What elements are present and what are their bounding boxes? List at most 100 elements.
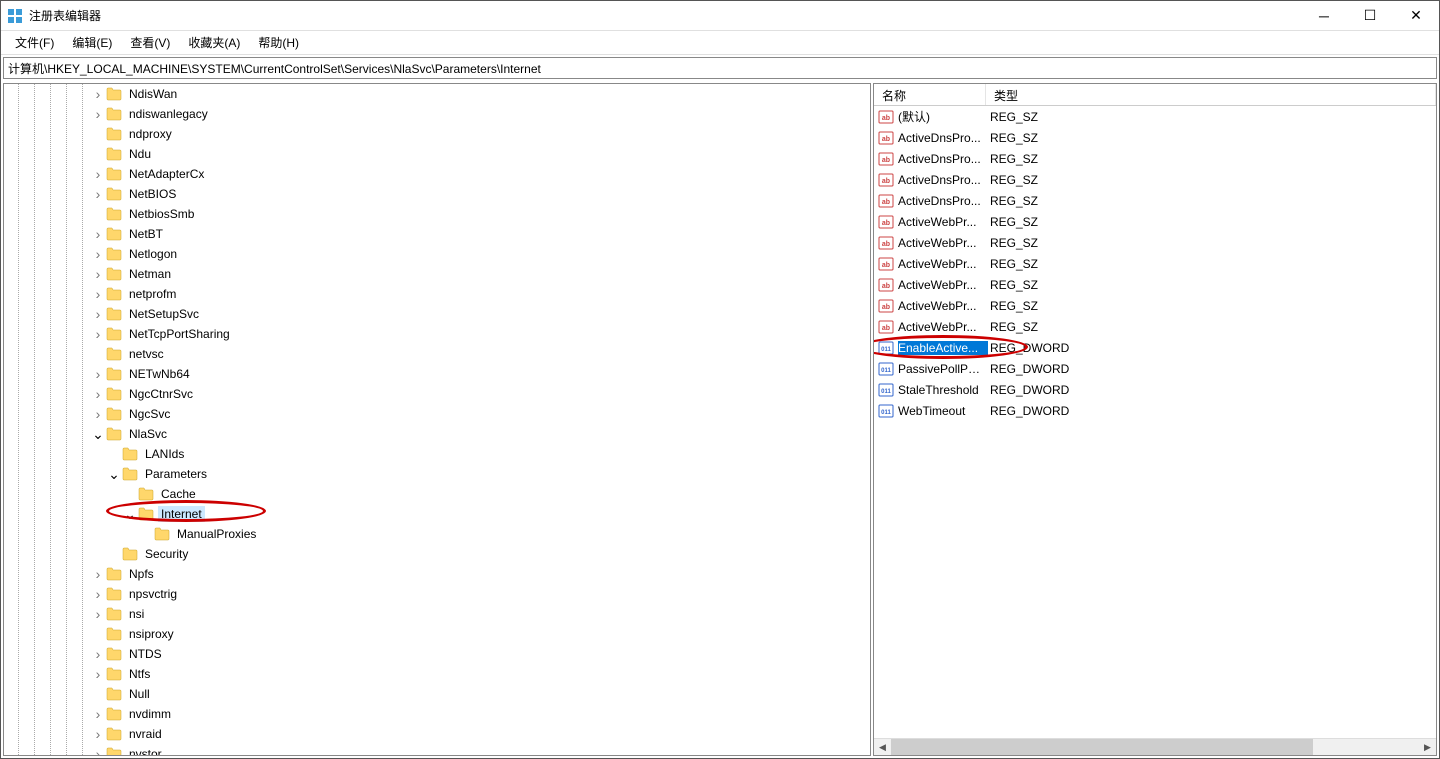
chevron-right-icon[interactable]: › (90, 586, 106, 602)
value-row[interactable]: abActiveWebPr...REG_SZ (874, 211, 1436, 232)
column-name[interactable]: 名称 (874, 84, 986, 105)
scroll-track[interactable] (891, 739, 1419, 755)
value-row[interactable]: 011PassivePollPe...REG_DWORD (874, 358, 1436, 379)
tree-item[interactable]: ›nvraid (4, 724, 870, 744)
tree-item-label: NETwNb64 (126, 366, 193, 382)
tree-item[interactable]: ›NetSetupSvc (4, 304, 870, 324)
tree-item[interactable]: ›nvdimm (4, 704, 870, 724)
tree-item[interactable]: ›NdisWan (4, 84, 870, 104)
value-row[interactable]: abActiveDnsPro...REG_SZ (874, 148, 1436, 169)
menu-help[interactable]: 帮助(H) (250, 32, 307, 53)
tree-item[interactable]: .ndproxy (4, 124, 870, 144)
chevron-right-icon[interactable]: › (90, 666, 106, 682)
value-row[interactable]: abActiveDnsPro...REG_SZ (874, 190, 1436, 211)
chevron-spacer: . (90, 149, 106, 160)
scroll-thumb[interactable] (891, 739, 1313, 755)
value-type: REG_SZ (988, 131, 1436, 145)
scroll-right-button[interactable]: ▶ (1419, 739, 1436, 756)
chevron-right-icon[interactable]: › (90, 706, 106, 722)
horizontal-scrollbar[interactable]: ◀ ▶ (874, 738, 1436, 755)
chevron-right-icon[interactable]: › (90, 226, 106, 242)
maximize-button[interactable]: ☐ (1347, 1, 1393, 30)
chevron-right-icon[interactable]: › (90, 286, 106, 302)
value-row[interactable]: abActiveWebPr...REG_SZ (874, 295, 1436, 316)
menu-favorites[interactable]: 收藏夹(A) (180, 32, 248, 53)
chevron-right-icon[interactable]: › (90, 646, 106, 662)
tree-item[interactable]: ›NgcSvc (4, 404, 870, 424)
chevron-right-icon[interactable]: › (90, 186, 106, 202)
scroll-left-button[interactable]: ◀ (874, 739, 891, 756)
address-bar[interactable]: 计算机\HKEY_LOCAL_MACHINE\SYSTEM\CurrentCon… (3, 57, 1437, 79)
tree-item[interactable]: ›Npfs (4, 564, 870, 584)
tree-item[interactable]: ›netprofm (4, 284, 870, 304)
chevron-right-icon[interactable]: › (90, 266, 106, 282)
minimize-button[interactable]: ─ (1301, 1, 1347, 30)
tree-item[interactable]: ›NgcCtnrSvc (4, 384, 870, 404)
chevron-down-icon[interactable]: ⌄ (90, 426, 106, 443)
close-button[interactable]: ✕ (1393, 1, 1439, 30)
value-row[interactable]: abActiveWebPr...REG_SZ (874, 253, 1436, 274)
tree-item[interactable]: ›NetBT (4, 224, 870, 244)
tree-item[interactable]: ›nsi (4, 604, 870, 624)
folder-icon (106, 127, 122, 141)
tree-item[interactable]: ⌄NlaSvc (4, 424, 870, 444)
tree-item[interactable]: .ManualProxies (4, 524, 870, 544)
tree-item[interactable]: ›NTDS (4, 644, 870, 664)
chevron-down-icon[interactable]: ⌄ (122, 506, 138, 523)
registry-tree[interactable]: ›NdisWan›ndiswanlegacy.ndproxy.Ndu›NetAd… (4, 84, 870, 755)
tree-item[interactable]: .Ndu (4, 144, 870, 164)
tree-item[interactable]: ›NetTcpPortSharing (4, 324, 870, 344)
chevron-right-icon[interactable]: › (90, 566, 106, 582)
tree-item[interactable]: ⌄Internet (4, 504, 870, 524)
value-row[interactable]: 011WebTimeoutREG_DWORD (874, 400, 1436, 421)
tree-item[interactable]: .Security (4, 544, 870, 564)
chevron-down-icon[interactable]: ⌄ (106, 466, 122, 483)
tree-item[interactable]: .LANIds (4, 444, 870, 464)
chevron-right-icon[interactable]: › (90, 166, 106, 182)
chevron-right-icon[interactable]: › (90, 86, 106, 102)
chevron-right-icon[interactable]: › (90, 606, 106, 622)
tree-item[interactable]: ›Ntfs (4, 664, 870, 684)
tree-item[interactable]: ›ndiswanlegacy (4, 104, 870, 124)
chevron-right-icon[interactable]: › (90, 726, 106, 742)
tree-item[interactable]: .Null (4, 684, 870, 704)
chevron-right-icon[interactable]: › (90, 746, 106, 755)
tree-item[interactable]: ›nvstor (4, 744, 870, 755)
menu-file[interactable]: 文件(F) (7, 32, 62, 53)
tree-item[interactable]: ›npsvctrig (4, 584, 870, 604)
value-row[interactable]: abActiveDnsPro...REG_SZ (874, 169, 1436, 190)
tree-item[interactable]: ⌄Parameters (4, 464, 870, 484)
tree-item[interactable]: .Cache (4, 484, 870, 504)
menu-edit[interactable]: 编辑(E) (64, 32, 120, 53)
tree-item[interactable]: .netvsc (4, 344, 870, 364)
value-name: ActiveDnsPro... (898, 173, 988, 187)
chevron-right-icon[interactable]: › (90, 106, 106, 122)
value-row[interactable]: abActiveWebPr...REG_SZ (874, 316, 1436, 337)
chevron-right-icon[interactable]: › (90, 406, 106, 422)
value-row[interactable]: ab(默认)REG_SZ (874, 106, 1436, 127)
tree-item[interactable]: ›NetAdapterCx (4, 164, 870, 184)
tree-item[interactable]: › NETwNb64 (4, 364, 870, 384)
value-name: ActiveDnsPro... (898, 131, 988, 145)
tree-item[interactable]: .nsiproxy (4, 624, 870, 644)
value-row[interactable]: abActiveDnsPro...REG_SZ (874, 127, 1436, 148)
folder-icon (106, 627, 122, 641)
value-row[interactable]: 011EnableActive...REG_DWORD (874, 337, 1436, 358)
value-row[interactable]: abActiveWebPr...REG_SZ (874, 232, 1436, 253)
folder-icon (138, 507, 154, 521)
value-list[interactable]: ab(默认)REG_SZabActiveDnsPro...REG_SZabAct… (874, 106, 1436, 738)
chevron-right-icon[interactable]: › (90, 366, 106, 382)
chevron-right-icon[interactable]: › (90, 326, 106, 342)
chevron-right-icon[interactable]: › (90, 386, 106, 402)
value-row[interactable]: abActiveWebPr...REG_SZ (874, 274, 1436, 295)
tree-item[interactable]: ›NetBIOS (4, 184, 870, 204)
tree-item[interactable]: .NetbiosSmb (4, 204, 870, 224)
value-name: ActiveWebPr... (898, 278, 988, 292)
column-type[interactable]: 类型 (986, 84, 1436, 105)
chevron-right-icon[interactable]: › (90, 306, 106, 322)
tree-item[interactable]: ›Netlogon (4, 244, 870, 264)
value-row[interactable]: 011StaleThresholdREG_DWORD (874, 379, 1436, 400)
chevron-right-icon[interactable]: › (90, 246, 106, 262)
menu-view[interactable]: 查看(V) (122, 32, 178, 53)
tree-item[interactable]: ›Netman (4, 264, 870, 284)
